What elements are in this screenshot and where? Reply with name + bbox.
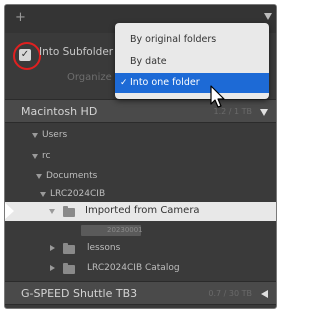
into-subfolder-label: Into Subfolder [39, 46, 114, 58]
volume-size: 0.7 / 30 TB [208, 289, 252, 298]
tree-label: Documents [46, 171, 98, 181]
tree-row-lessons[interactable]: lessons [5, 239, 276, 259]
tree-row-rc[interactable]: rc [5, 147, 276, 167]
disclosure-down-icon[interactable] [36, 174, 42, 179]
tree-row-imported-from-camera[interactable]: Imported from Camera [5, 202, 276, 221]
tree-label: LRC2024CIB Catalog [87, 263, 180, 273]
volume-header-macintosh-hd[interactable]: Macintosh HD 1.2 / 1 TB [5, 99, 276, 123]
annotation-circle [13, 42, 41, 70]
disclosure-right-icon[interactable] [50, 265, 55, 271]
disclosure-right-icon[interactable] [50, 245, 55, 251]
organize-dropdown-menu: By original folders By date ✓ Into one f… [115, 23, 269, 99]
tree-label: rc [42, 151, 51, 161]
disclosure-down-icon[interactable] [49, 209, 55, 214]
mouse-cursor-icon [210, 85, 225, 108]
tree-label: Users [42, 130, 68, 140]
expand-arrow-icon[interactable] [260, 109, 268, 116]
checkmark-icon: ✓ [120, 78, 128, 88]
folder-icon [63, 206, 75, 217]
menu-item-into-one-folder[interactable]: ✓ Into one folder [115, 73, 269, 93]
folder-icon [63, 243, 75, 254]
new-subfolder-label: 20230001 [107, 226, 143, 234]
destination-panel: + ✓ Into Subfolder Organize Macintosh HD… [4, 4, 277, 309]
collapse-arrow-icon[interactable] [261, 290, 268, 298]
disclosure-down-icon[interactable] [32, 133, 38, 138]
disclosure-down-icon[interactable] [32, 154, 38, 159]
tree-row-documents[interactable]: Documents [5, 167, 276, 187]
tree-row-users[interactable]: Users [5, 126, 276, 146]
menu-item-by-date[interactable]: By date [115, 52, 269, 72]
selection-pointer-icon [5, 202, 14, 220]
tree-row-catalog[interactable]: LRC2024CIB Catalog [5, 259, 276, 279]
plus-icon[interactable]: + [15, 11, 26, 24]
menu-item-by-original-folders[interactable]: By original folders [115, 30, 269, 50]
volume-header-g-speed[interactable]: G-SPEED Shuttle TB3 0.7 / 30 TB [5, 281, 276, 305]
volume-name: G-SPEED Shuttle TB3 [21, 287, 138, 300]
tree-label: lessons [87, 243, 121, 253]
organize-label: Organize [67, 72, 112, 83]
tree-label: LRC2024CIB [50, 189, 106, 199]
folder-icon [63, 263, 75, 274]
volume-name: Macintosh HD [21, 105, 98, 118]
chevron-down-icon[interactable] [264, 13, 272, 20]
menu-item-label: Into one folder [130, 77, 200, 88]
tree-label: Imported from Camera [85, 205, 200, 216]
disclosure-down-icon[interactable] [40, 192, 46, 197]
